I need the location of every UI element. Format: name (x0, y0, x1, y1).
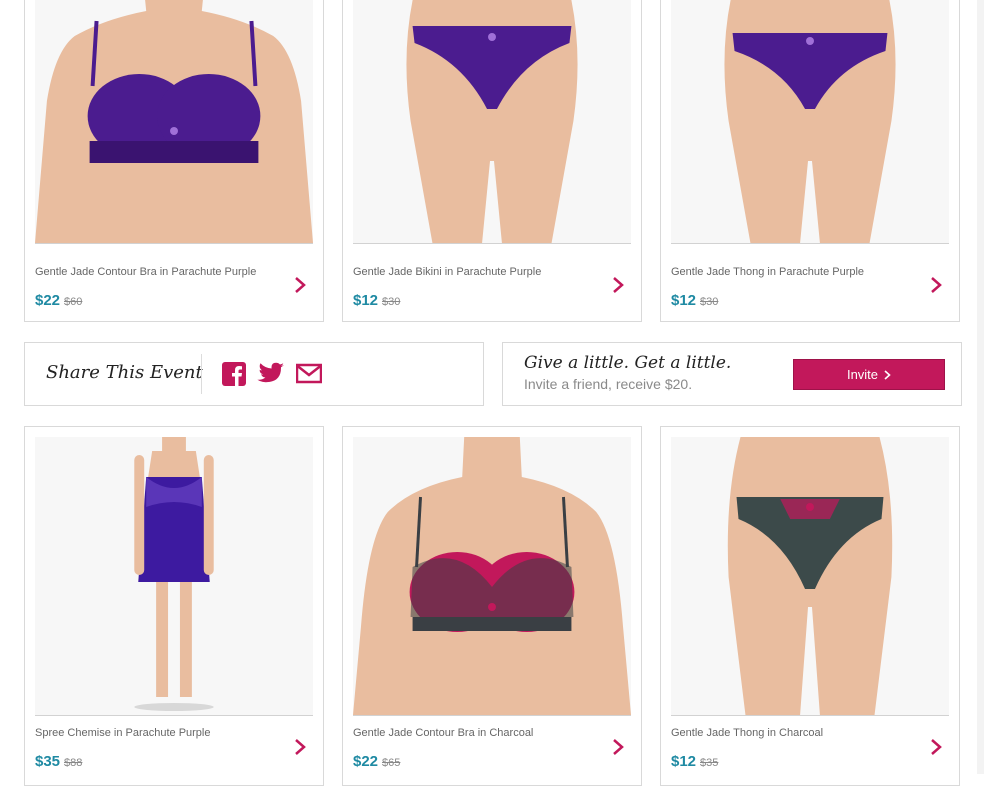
chevron-right-icon (884, 369, 891, 380)
product-name[interactable]: Gentle Jade Thong in Parachute Purple (671, 266, 919, 278)
chevron-right-icon[interactable] (612, 277, 624, 293)
divider (201, 354, 202, 394)
product-image[interactable] (671, 437, 949, 716)
product-card[interactable]: Gentle Jade Thong in Parachute Purple $1… (660, 0, 960, 322)
product-image[interactable] (353, 437, 631, 716)
product-price: $12 $30 (671, 292, 718, 310)
invite-button-label: Invite (846, 367, 879, 382)
chevron-right-icon[interactable] (930, 739, 942, 755)
sale-price: $22 (353, 753, 379, 770)
product-price: $12 $35 (671, 753, 718, 771)
original-price: $35 (700, 757, 719, 769)
twitter-icon[interactable] (257, 362, 285, 386)
chevron-right-icon[interactable] (930, 277, 942, 293)
invite-button[interactable]: Invite (793, 359, 945, 390)
product-price: $22 $65 (353, 753, 400, 771)
sale-price: $12 (353, 292, 379, 309)
share-title: Share This Event (46, 362, 203, 383)
product-card[interactable]: Gentle Jade Thong in Charcoal $12 $35 (660, 426, 960, 786)
chevron-right-icon[interactable] (294, 277, 306, 293)
original-price: $60 (64, 296, 83, 308)
chevron-right-icon[interactable] (294, 739, 306, 755)
product-price: $12 $30 (353, 292, 400, 310)
sale-price: $22 (35, 292, 61, 309)
product-image[interactable] (671, 0, 949, 244)
product-card[interactable]: Gentle Jade Contour Bra in Charcoal $22 $… (342, 426, 642, 786)
original-price: $88 (64, 757, 83, 769)
product-name[interactable]: Spree Chemise in Parachute Purple (35, 727, 283, 739)
product-name[interactable]: Gentle Jade Thong in Charcoal (671, 727, 919, 739)
product-card[interactable]: Spree Chemise in Parachute Purple $35 $88 (24, 426, 324, 786)
product-name[interactable]: Gentle Jade Bikini in Parachute Purple (353, 266, 601, 278)
facebook-icon[interactable] (222, 362, 246, 386)
product-name[interactable]: Gentle Jade Contour Bra in Charcoal (353, 727, 601, 739)
invite-subtext: Invite a friend, receive $20. (524, 376, 693, 392)
sale-price: $12 (671, 292, 697, 309)
product-name[interactable]: Gentle Jade Contour Bra in Parachute Pur… (35, 266, 283, 278)
product-card[interactable]: Gentle Jade Contour Bra in Parachute Pur… (24, 0, 324, 322)
product-price: $22 $60 (35, 292, 82, 310)
invite-panel: Give a little. Get a little. Invite a fr… (502, 342, 962, 406)
share-event-panel: Share This Event (24, 342, 484, 406)
sale-price: $35 (35, 753, 61, 770)
page-scroll-gutter (977, 0, 984, 774)
original-price: $30 (700, 296, 719, 308)
product-price: $35 $88 (35, 753, 82, 771)
original-price: $30 (382, 296, 401, 308)
sale-price: $12 (671, 753, 697, 770)
product-image[interactable] (353, 0, 631, 244)
original-price: $65 (382, 757, 401, 769)
mail-icon[interactable] (296, 362, 322, 386)
product-card[interactable]: Gentle Jade Bikini in Parachute Purple $… (342, 0, 642, 322)
product-image[interactable] (35, 0, 313, 244)
chevron-right-icon[interactable] (612, 739, 624, 755)
invite-headline: Give a little. Get a little. (524, 353, 732, 373)
product-image[interactable] (35, 437, 313, 716)
